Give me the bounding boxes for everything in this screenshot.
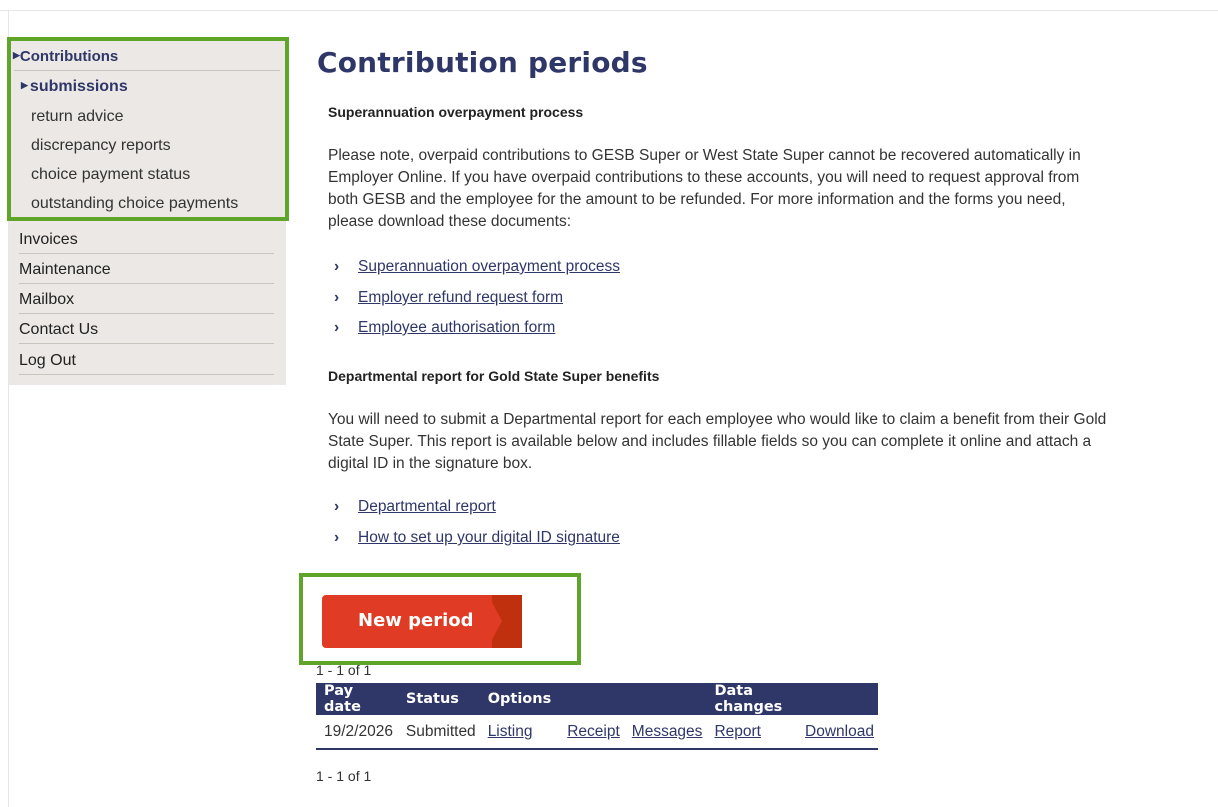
link-row: › Employer refund request form <box>334 289 563 307</box>
highlight-box-sidebar <box>7 37 289 221</box>
divider <box>19 343 274 344</box>
page-title: Contribution periods <box>317 46 648 79</box>
chevron-right-icon: › <box>334 498 340 515</box>
link-row: › Superannuation overpayment process <box>334 258 620 276</box>
chevron-right-icon: › <box>334 529 340 546</box>
chevron-right-icon: › <box>334 258 340 275</box>
download-link[interactable]: Download <box>805 723 874 740</box>
header-data-changes: Data changes <box>706 683 798 715</box>
link-employer-refund-request-form[interactable]: Employer refund request form <box>358 289 563 306</box>
departmental-heading: Departmental report for Gold State Super… <box>328 368 660 384</box>
link-employee-authorisation-form[interactable]: Employee authorisation form <box>358 319 555 336</box>
messages-link[interactable]: Messages <box>632 723 703 740</box>
table-header-row: Pay date Status Options Data changes <box>316 683 878 715</box>
sidebar-item-maintenance[interactable]: Maintenance <box>19 261 111 279</box>
cell-download: Download <box>797 715 878 750</box>
header-blank <box>559 683 624 715</box>
header-status: Status <box>397 683 480 715</box>
cell-receipt: Receipt <box>559 715 624 750</box>
link-row: › Employee authorisation form <box>334 319 555 337</box>
divider <box>19 374 274 375</box>
chevron-right-icon: › <box>334 289 340 306</box>
departmental-paragraph: You will need to submit a Departmental r… <box>328 411 1107 472</box>
highlight-box-new-period <box>299 573 581 665</box>
header-blank <box>623 683 707 715</box>
table-row: 19/2/2026 Submitted Listing Receipt Mess… <box>316 715 878 750</box>
sidebar-item-contact-us[interactable]: Contact Us <box>19 321 98 339</box>
link-superannuation-overpayment-process[interactable]: Superannuation overpayment process <box>358 258 620 275</box>
divider <box>19 253 274 254</box>
header-options: Options <box>479 683 560 715</box>
report-link[interactable]: Report <box>714 723 761 740</box>
listing-link[interactable]: Listing <box>488 723 533 740</box>
divider <box>19 283 274 284</box>
cell-messages: Messages <box>623 715 707 750</box>
pagination-count-bottom: 1 - 1 of 1 <box>316 768 372 784</box>
header-pay-date: Pay date <box>316 683 398 715</box>
top-divider <box>0 10 1218 11</box>
sidebar-item-mailbox[interactable]: Mailbox <box>19 291 74 309</box>
cell-listing: Listing <box>479 715 560 750</box>
overpayment-paragraph: Please note, overpaid contributions to G… <box>328 147 1081 230</box>
cell-pay-date: 19/2/2026 <box>316 715 398 750</box>
chevron-right-icon: › <box>334 319 340 336</box>
link-departmental-report[interactable]: Departmental report <box>358 498 496 515</box>
cell-report: Report <box>706 715 798 750</box>
header-blank <box>797 683 878 715</box>
link-row: › How to set up your digital ID signature <box>334 529 620 547</box>
link-digital-id-signature[interactable]: How to set up your digital ID signature <box>358 529 620 546</box>
periods-table: Pay date Status Options Data changes 19/… <box>316 683 878 750</box>
cell-status: Submitted <box>397 715 480 750</box>
overpayment-heading: Superannuation overpayment process <box>328 104 584 120</box>
link-row: › Departmental report <box>334 498 496 516</box>
receipt-link[interactable]: Receipt <box>567 723 620 740</box>
sidebar-item-log-out[interactable]: Log Out <box>19 352 76 370</box>
divider <box>19 313 274 314</box>
sidebar-item-invoices[interactable]: Invoices <box>19 231 78 249</box>
